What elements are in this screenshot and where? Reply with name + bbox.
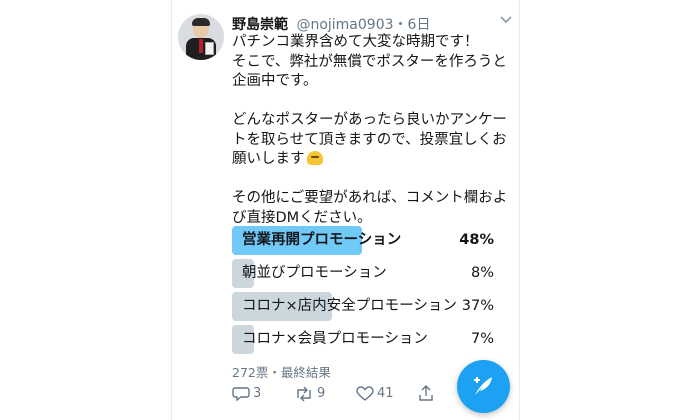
poll-summary: 272票・最終結果 [232,365,331,380]
poll-option-label: 朝並びプロモーション [242,265,387,281]
tweet-text: パチンコ業界含めて大変な時期です！ そこで、弊社が無償でポスターを作ろうと企画中… [232,33,512,228]
divider-right [519,0,520,420]
poll-option-percent: 7% [470,331,494,347]
reply-icon [232,386,250,401]
tweet-text-secondary: その他にご要望があれば、コメント欄および直接DMください。 [232,190,508,226]
poll: 営業再開プロモーション 48% 朝並びプロモーション 8% コロナ×店内安全プロモーショ… [232,226,502,358]
poll-option: コロナ×店内安全プロモーション 37% [232,292,502,321]
poll-option-percent: 37% [461,298,494,314]
tweet[interactable]: 野島崇範 @nojima0903・6日 パチンコ業界含めて大変な時期です！ そこ… [172,0,519,420]
right-gutter [519,0,689,420]
retweet-icon [297,386,311,401]
retweet-button[interactable]: 9 [294,384,325,404]
heart-icon [356,385,374,401]
like-count: 41 [377,386,394,401]
share-button[interactable] [418,384,434,404]
user-name[interactable]: 野島崇範 [232,17,288,33]
retweet-count: 9 [317,386,326,401]
tweet-text-main: パチンコ業界含めて大変な時期です！ そこで、弊社が無償でポスターを作ろうと企画中… [232,34,507,167]
poll-option-percent: 8% [470,265,494,281]
tweet-header: 野島崇範 @nojima0903・6日 [232,17,431,33]
pleading-emoji-icon [306,151,323,165]
tweet-time[interactable]: 6日 [408,17,431,33]
left-gutter [0,0,171,420]
like-button[interactable]: 41 [356,384,394,404]
poll-option-label: コロナ×店内安全プロモーション [242,298,457,314]
poll-option: 朝並びプロモーション 8% [232,259,502,288]
share-icon [419,385,433,401]
poll-option-label: コロナ×会員プロモーション [242,331,428,347]
user-handle[interactable]: @nojima0903 [296,17,393,33]
avatar[interactable] [178,14,224,60]
poll-option: 営業再開プロモーション 48% [232,226,502,255]
compose-tweet-icon [474,377,492,395]
chevron-down-icon[interactable] [500,12,512,28]
compose-tweet-button[interactable] [457,360,510,413]
poll-option-label: 営業再開プロモーション [242,232,402,248]
reply-count: 3 [253,386,262,401]
poll-option-percent: 48% [459,232,494,248]
reply-button[interactable]: 3 [232,384,261,404]
action-bar: 3 9 41 [232,384,452,404]
poll-option: コロナ×会員プロモーション 7% [232,325,502,354]
